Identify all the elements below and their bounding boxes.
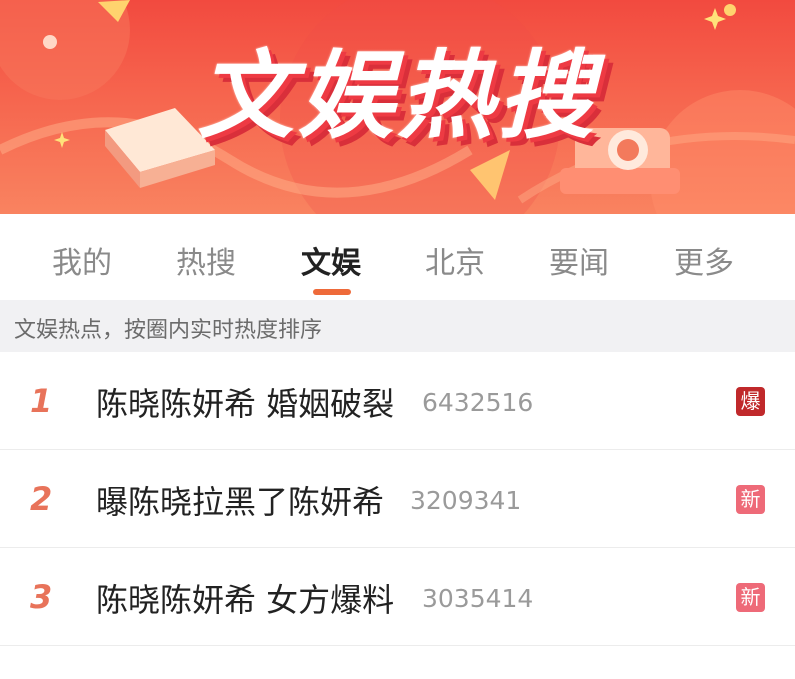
info-bar: 文娱热点，按圈内实时热度排序 bbox=[0, 300, 795, 352]
tab-hot-search[interactable]: 热搜 bbox=[161, 238, 251, 282]
item-title[interactable]: 曝陈晓拉黑了陈妍希 bbox=[96, 477, 384, 523]
tab-mine[interactable]: 我的 bbox=[37, 238, 127, 282]
tab-entertainment[interactable]: 文娱 bbox=[286, 238, 376, 282]
page: 文娱热搜 我的 热搜 文娱 北京 要闻 更多 文娱热点，按圈内实时热度排序 1 … bbox=[0, 0, 795, 679]
list-item[interactable]: 2 曝陈晓拉黑了陈妍希 3209341 新 bbox=[0, 450, 795, 548]
tab-news[interactable]: 要闻 bbox=[534, 238, 624, 282]
active-tab-indicator bbox=[313, 289, 351, 295]
new-badge: 新 bbox=[736, 583, 765, 612]
banner-title: 文娱热搜 bbox=[197, 40, 598, 152]
hot-search-list: 1 陈晓陈妍希 婚姻破裂 6432516 爆 2 曝陈晓拉黑了陈妍希 32093… bbox=[0, 352, 795, 679]
item-title[interactable]: 陈晓陈妍希 女方爆料 bbox=[96, 575, 394, 621]
item-title[interactable]: 陈晓陈妍希 婚姻破裂 bbox=[96, 379, 394, 425]
heat-count: 6432516 bbox=[422, 388, 534, 417]
tab-more[interactable]: 更多 bbox=[659, 238, 749, 282]
heat-count: 3035414 bbox=[422, 584, 534, 613]
heat-count: 3209341 bbox=[410, 486, 522, 515]
banner: 文娱热搜 bbox=[0, 0, 795, 214]
category-tabs: 我的 热搜 文娱 北京 要闻 更多 bbox=[0, 214, 795, 300]
rank-number: 3 bbox=[30, 578, 53, 616]
tab-beijing[interactable]: 北京 bbox=[410, 238, 500, 282]
list-item[interactable]: 3 陈晓陈妍希 女方爆料 3035414 新 bbox=[0, 548, 795, 646]
hot-badge: 爆 bbox=[736, 387, 765, 416]
rank-number: 1 bbox=[30, 382, 53, 420]
info-text: 文娱热点，按圈内实时热度排序 bbox=[14, 318, 323, 343]
list-item-partial[interactable] bbox=[0, 646, 795, 679]
new-badge: 新 bbox=[736, 485, 765, 514]
list-item[interactable]: 1 陈晓陈妍希 婚姻破裂 6432516 爆 bbox=[0, 352, 795, 450]
rank-number: 2 bbox=[30, 480, 53, 518]
